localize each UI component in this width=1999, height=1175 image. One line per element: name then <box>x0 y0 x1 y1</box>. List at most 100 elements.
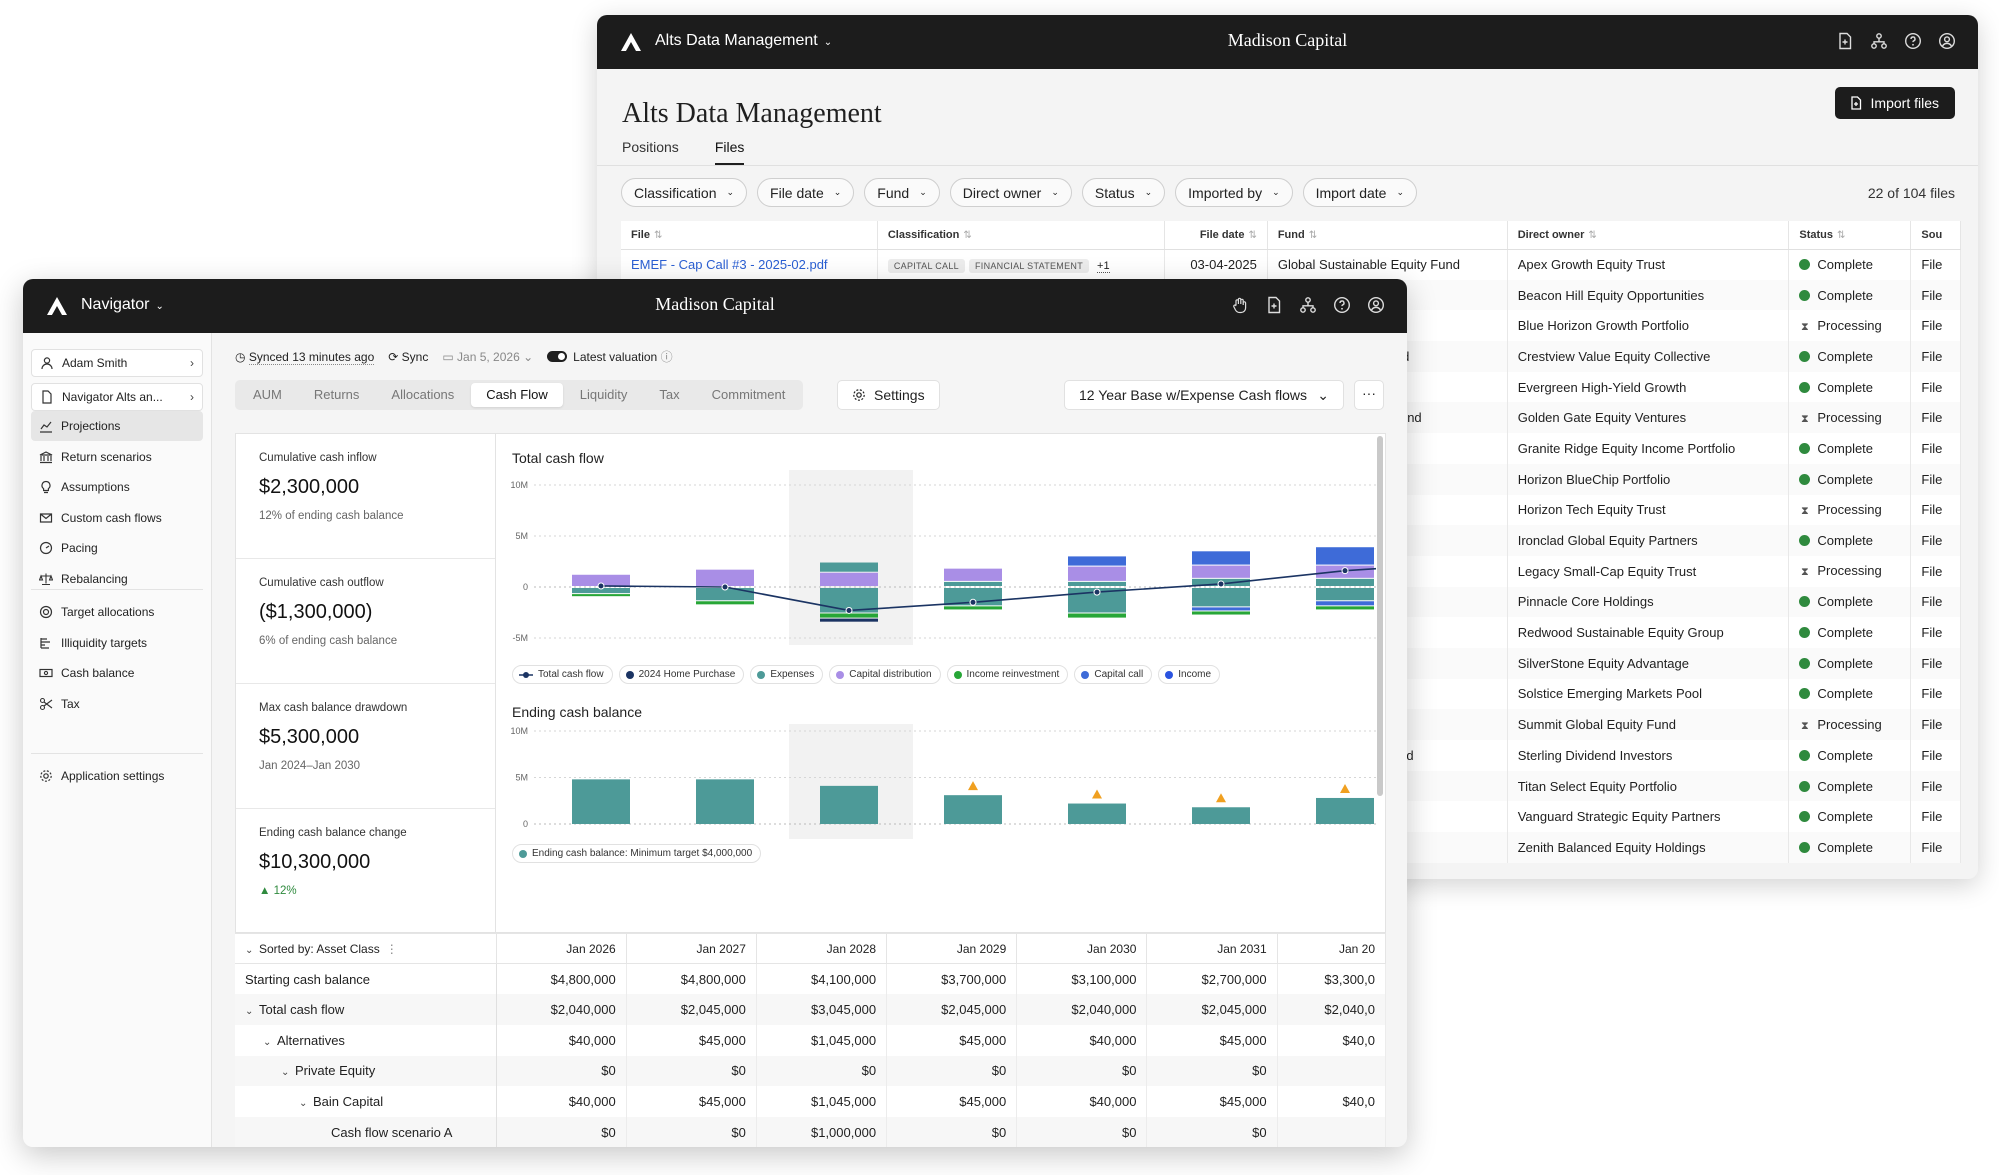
latest-valuation-toggle[interactable]: Latest valuation ⓘ <box>547 348 673 365</box>
line-point[interactable] <box>721 583 729 591</box>
column-header[interactable]: File ⇅ <box>621 221 878 250</box>
bar-segment[interactable] <box>820 562 878 572</box>
table-row[interactable]: ⌄ Total cash flow $2,040,000 $2,045,000 $3,0… <box>235 994 1387 1025</box>
bar-segment[interactable] <box>1068 613 1126 618</box>
account-icon[interactable] <box>1367 296 1385 314</box>
bar-segment[interactable] <box>1192 565 1250 578</box>
chevron-down-icon[interactable]: ⌄ <box>281 1067 295 1078</box>
bar-segment[interactable] <box>1068 566 1126 581</box>
sidebar-item-pacing[interactable]: Pacing <box>31 533 203 563</box>
sort-icon[interactable]: ⇅ <box>1309 230 1317 241</box>
bar[interactable] <box>572 779 630 824</box>
file-import-icon[interactable] <box>1836 32 1854 50</box>
hand-icon[interactable] <box>1231 296 1249 314</box>
sidebar-item-target-allocations[interactable]: Target allocations <box>31 597 203 627</box>
bar-segment[interactable] <box>944 568 1002 581</box>
account-icon[interactable] <box>1938 32 1956 50</box>
chevron-down-icon[interactable]: ⌄ <box>263 1037 277 1048</box>
account-selector[interactable]: Navigator Alts an... › <box>31 383 203 411</box>
legend-item[interactable]: Ending cash balance: Minimum target $4,0… <box>512 844 762 863</box>
legend-item[interactable]: Capital call <box>1074 665 1153 684</box>
kebab-icon[interactable]: ⋮ <box>386 942 398 956</box>
user-selector[interactable]: Adam Smith › <box>31 349 203 377</box>
filter-imported-by[interactable]: Imported by ⌄ <box>1175 178 1293 207</box>
tab-returns[interactable]: Returns <box>299 383 375 407</box>
bar[interactable] <box>1192 807 1250 824</box>
warning-icon[interactable] <box>968 781 978 791</box>
bar[interactable] <box>696 779 754 824</box>
more-options-button[interactable]: ··· <box>1354 380 1384 410</box>
bar-segment[interactable] <box>1068 556 1126 566</box>
sync-button[interactable]: ⟳ Sync <box>388 350 428 364</box>
more-chips-count[interactable]: +1 <box>1097 259 1110 273</box>
line-point[interactable] <box>969 598 977 606</box>
bar-segment[interactable] <box>944 606 1002 610</box>
bar-segment[interactable] <box>1316 601 1374 606</box>
column-header[interactable]: Direct owner ⇅ <box>1507 221 1790 250</box>
legend-item[interactable]: Total cash flow <box>512 665 613 684</box>
bar-segment[interactable] <box>1192 588 1250 607</box>
bar-segment[interactable] <box>1192 551 1250 565</box>
scenario-select[interactable]: 12 Year Base w/Expense Cash flows ⌄ <box>1064 380 1344 410</box>
bar-segment[interactable] <box>1316 547 1374 565</box>
help-icon[interactable] <box>1333 296 1351 314</box>
column-header[interactable]: Status ⇅ <box>1788 221 1912 250</box>
sort-icon[interactable]: ⇅ <box>1837 230 1845 241</box>
bar[interactable] <box>820 785 878 824</box>
sidebar-item-cash-balance[interactable]: Cash balance <box>31 658 203 688</box>
legend-item[interactable]: Expenses <box>750 665 824 684</box>
line-point[interactable] <box>597 582 605 590</box>
filter-classification[interactable]: Classification ⌄ <box>621 178 748 207</box>
import-files-button[interactable]: Import files <box>1834 87 1955 119</box>
bar-segment[interactable] <box>1316 606 1374 610</box>
warning-icon[interactable] <box>1216 793 1226 803</box>
bar-segment[interactable] <box>1316 578 1374 586</box>
table-row[interactable]: Starting cash balance $4,800,000 $4,800,00… <box>235 963 1387 995</box>
scrollbar[interactable] <box>1377 436 1383 796</box>
bar[interactable] <box>1316 797 1374 824</box>
file-import-icon[interactable] <box>1265 296 1283 314</box>
sidebar-item-illiquidity-targets[interactable]: Illiquidity targets <box>31 628 203 658</box>
help-icon[interactable] <box>1904 32 1922 50</box>
warning-icon[interactable] <box>1340 783 1350 793</box>
sort-icon[interactable]: ⇅ <box>654 230 662 241</box>
sidebar-item-return-scenarios[interactable]: Return scenarios <box>31 442 203 472</box>
warning-icon[interactable] <box>1092 789 1102 799</box>
bar-segment[interactable] <box>572 594 630 597</box>
toggle-switch[interactable] <box>547 351 568 362</box>
sort-icon[interactable]: ⇅ <box>1588 230 1596 241</box>
tab-liquidity[interactable]: Liquidity <box>565 383 643 407</box>
chevron-down-icon[interactable]: ⌄ <box>299 1098 313 1109</box>
org-chart-icon[interactable] <box>1299 296 1317 314</box>
line-point[interactable] <box>1217 580 1225 588</box>
bar-segment[interactable] <box>696 601 754 605</box>
column-header[interactable]: Fund ⇅ <box>1267 221 1508 250</box>
line-point[interactable] <box>1093 588 1101 596</box>
sort-icon[interactable]: ⇅ <box>1248 230 1256 241</box>
filter-fund[interactable]: Fund ⌄ <box>864 178 940 207</box>
sidebar-item-projections[interactable]: Projections <box>31 411 203 441</box>
bar-segment[interactable] <box>820 618 878 622</box>
line-point[interactable] <box>845 606 853 614</box>
tab-positions[interactable]: Positions <box>622 139 679 165</box>
date-select[interactable]: ▭ Jan 5, 2026 ⌄ <box>442 350 533 364</box>
bar-segment[interactable] <box>820 613 878 618</box>
line-point[interactable] <box>1341 567 1349 575</box>
sidebar-item-tax[interactable]: Tax <box>31 689 203 719</box>
bar[interactable] <box>1068 803 1126 824</box>
table-row[interactable]: ⌄ Private Equity $0 $0 $0 $0 $0 $0 <box>235 1055 1387 1087</box>
column-header[interactable]: Sou <box>1910 221 1961 250</box>
bar-segment[interactable] <box>1068 581 1126 586</box>
tab-allocations[interactable]: Allocations <box>376 383 469 407</box>
sidebar-item-application-settings[interactable]: Application settings <box>31 761 203 791</box>
sort-header[interactable]: ⌄ Sorted by: Asset Class ⋮ <box>235 933 497 964</box>
legend-item[interactable]: Capital distribution <box>829 665 941 684</box>
tab-cash-flow[interactable]: Cash Flow <box>471 383 563 407</box>
sidebar-item-custom-cash-flows[interactable]: Custom cash flows <box>31 503 203 533</box>
chevron-down-icon[interactable]: ⌄ <box>245 1006 259 1017</box>
sidebar-item-assumptions[interactable]: Assumptions <box>31 472 203 502</box>
sort-icon[interactable]: ⇅ <box>963 230 971 241</box>
bar-segment[interactable] <box>1192 611 1250 615</box>
bar-segment[interactable] <box>1192 607 1250 611</box>
tab-commitment[interactable]: Commitment <box>697 383 801 407</box>
